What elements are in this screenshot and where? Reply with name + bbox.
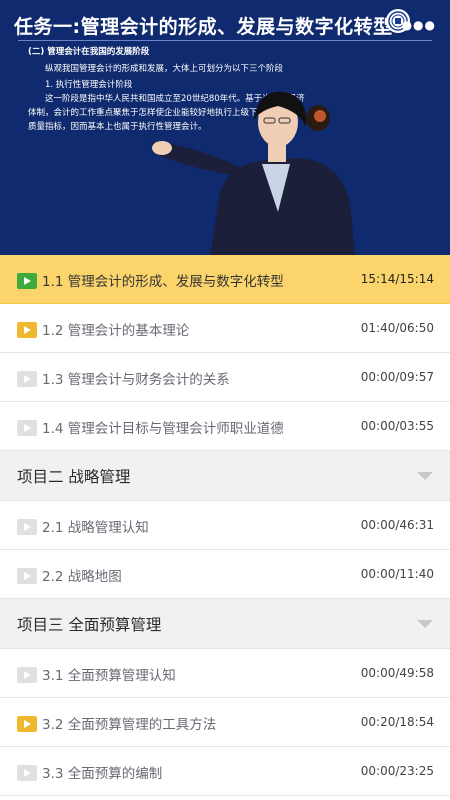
lesson-row[interactable]: 1.4 管理会计目标与管理会计师职业道德 00:00/03:55 bbox=[0, 402, 450, 451]
play-icon bbox=[17, 568, 37, 584]
lesson-title: 3.2 全面预算管理的工具方法 bbox=[42, 717, 217, 733]
lesson-title: 1.4 管理会计目标与管理会计师职业道德 bbox=[42, 421, 284, 437]
lesson-duration: 00:00/23:25 bbox=[360, 764, 434, 778]
lesson-title: 1.2 管理会计的基本理论 bbox=[42, 323, 190, 339]
lesson-list: 1.1 管理会计的形成、发展与数字化转型 15:14/15:14 1.2 管理会… bbox=[0, 255, 450, 796]
lesson-duration: 00:00/03:55 bbox=[360, 419, 434, 433]
play-icon bbox=[17, 765, 37, 781]
lesson-duration: 00:00/11:40 bbox=[360, 567, 434, 581]
lesson-title: 1.1 管理会计的形成、发展与数字化转型 bbox=[42, 274, 284, 290]
lesson-duration: 00:00/46:31 bbox=[360, 518, 434, 532]
lesson-row[interactable]: 3.3 全面预算的编制 00:00/23:25 bbox=[0, 747, 450, 796]
section-header[interactable]: 项目二 战略管理 bbox=[0, 451, 450, 501]
lesson-duration: 15:14/15:14 bbox=[360, 272, 434, 286]
slide-line: 1. 执行性管理会计阶段 bbox=[45, 80, 133, 90]
slide-title: 任务一:管理会计的形成、发展与数字化转型 bbox=[14, 16, 393, 38]
lesson-row[interactable]: 1.2 管理会计的基本理论 01:40/06:50 bbox=[0, 304, 450, 353]
play-icon bbox=[17, 716, 37, 732]
section-title: 项目二 战略管理 bbox=[17, 468, 131, 486]
play-icon bbox=[17, 667, 37, 683]
lesson-title: 1.3 管理会计与财务会计的关系 bbox=[42, 372, 230, 388]
lesson-title: 2.2 战略地图 bbox=[42, 569, 122, 585]
lesson-row[interactable]: 1.3 管理会计与财务会计的关系 00:00/09:57 bbox=[0, 353, 450, 402]
play-icon bbox=[17, 420, 37, 436]
lesson-duration: 00:20/18:54 bbox=[360, 715, 434, 729]
chevron-down-icon[interactable] bbox=[416, 471, 434, 481]
lesson-duration: 00:00/49:58 bbox=[360, 666, 434, 680]
lesson-title: 3.3 全面预算的编制 bbox=[42, 766, 163, 782]
chevron-down-icon[interactable] bbox=[416, 619, 434, 629]
play-icon bbox=[17, 519, 37, 535]
lesson-row[interactable]: 1.1 管理会计的形成、发展与数字化转型 15:14/15:14 bbox=[0, 255, 450, 304]
play-icon bbox=[17, 371, 37, 387]
lesson-row[interactable]: 2.2 战略地图 00:00/11:40 bbox=[0, 550, 450, 599]
play-icon bbox=[17, 322, 37, 338]
lesson-row[interactable]: 3.2 全面预算管理的工具方法 00:20/18:54 bbox=[0, 698, 450, 747]
slide-line: 纵观我国管理会计的形成和发展，大体上可划分为以下三个阶段 bbox=[45, 64, 284, 74]
lesson-duration: 01:40/06:50 bbox=[360, 321, 434, 335]
lesson-row[interactable]: 3.1 全面预算管理认知 00:00/49:58 bbox=[0, 649, 450, 698]
slide-heading: (二) 管理会计在我国的发展阶段 bbox=[28, 47, 150, 57]
play-icon bbox=[17, 273, 37, 289]
more-menu-icon[interactable]: ●●● bbox=[402, 19, 436, 31]
video-player[interactable]: 任务一:管理会计的形成、发展与数字化转型 ●●● (二) 管理会计在我国的发展阶… bbox=[0, 0, 450, 255]
section-header[interactable]: 项目三 全面预算管理 bbox=[0, 599, 450, 649]
presenter-image bbox=[150, 91, 355, 255]
lesson-title: 3.1 全面预算管理认知 bbox=[42, 668, 176, 684]
slide-divider bbox=[18, 40, 432, 41]
lesson-duration: 00:00/09:57 bbox=[360, 370, 434, 384]
lesson-title: 2.1 战略管理认知 bbox=[42, 520, 149, 536]
section-title: 项目三 全面预算管理 bbox=[17, 616, 162, 634]
lesson-row[interactable]: 2.1 战略管理认知 00:00/46:31 bbox=[0, 501, 450, 550]
